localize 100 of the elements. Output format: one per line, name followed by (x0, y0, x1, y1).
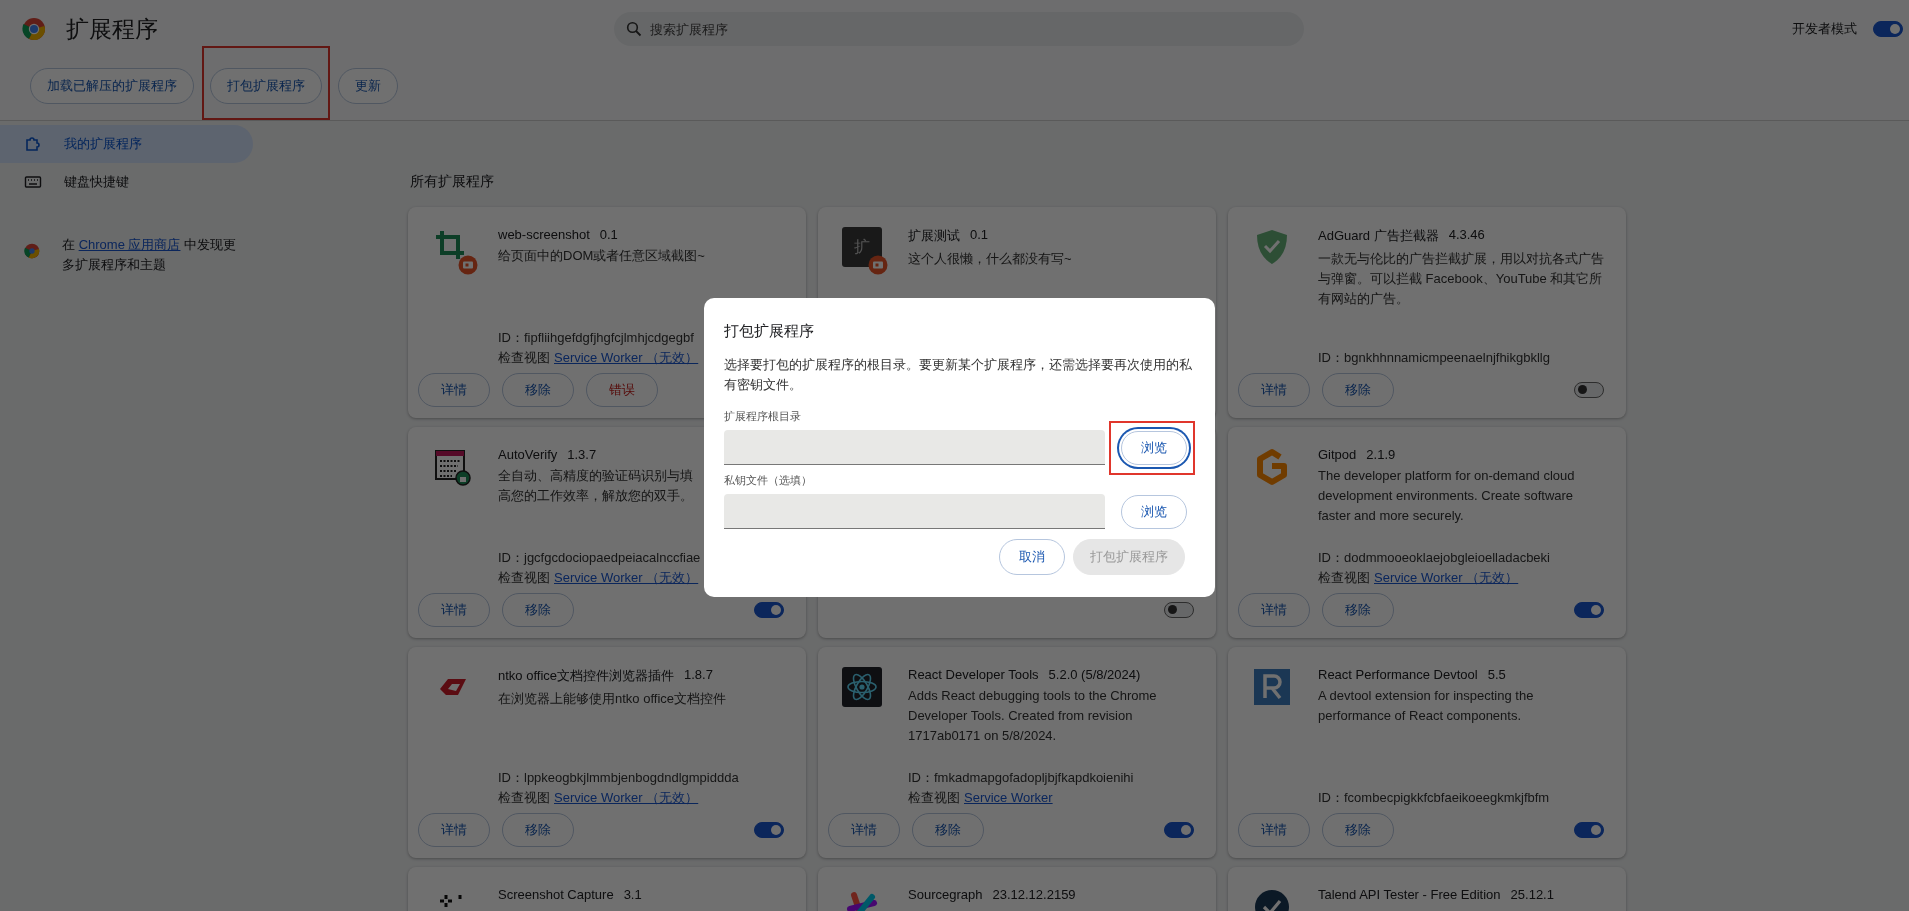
toolbar-button[interactable]: 加载已解压的扩展程序 (30, 68, 194, 104)
extension-name: AdGuard 广告拦截器 (1318, 227, 1439, 245)
input-field[interactable] (724, 430, 1105, 465)
extension-description: The developer platform for on-demand cloud (1318, 467, 1575, 485)
service-worker-link[interactable]: Service Worker (964, 788, 1053, 808)
service-worker-link[interactable]: Service Worker （无效） (554, 788, 699, 808)
extension-version: 1.8.7 (684, 667, 713, 684)
card-button[interactable]: 详情 (828, 813, 900, 847)
extension-description: Adds React debugging tools to the Chrome (908, 687, 1157, 705)
extension-id: ID：fmkadmapgofadopljbjfkapdkoienihi (908, 769, 1134, 787)
card-button[interactable]: 移除 (1322, 813, 1394, 847)
extension-name: Talend API Tester - Free Edition (1318, 887, 1501, 902)
inspect-views-label: 检查视图 (498, 349, 550, 367)
dialog-button[interactable]: 取消 (999, 539, 1065, 575)
card-button[interactable]: 移除 (502, 373, 574, 407)
extension-id: ID：lppkeogbkjlmmbjenbogdndlgmpiddda (498, 769, 739, 787)
unpacked-badge-icon (458, 255, 478, 275)
toolbar-button[interactable]: 打包扩展程序 (210, 68, 322, 104)
card-button[interactable]: 详情 (418, 813, 490, 847)
extension-description: Developer Tools. Created from revision (908, 707, 1133, 725)
card-button[interactable]: 移除 (1322, 593, 1394, 627)
extension-description: 给页面中的DOM或者任意区域截图~ (498, 247, 705, 265)
extension-description: 有网站的广告。 (1318, 290, 1409, 308)
toggle-switch[interactable] (1574, 382, 1604, 398)
extension-version: 5.2.0 (5/8/2024) (1048, 667, 1141, 682)
extension-description: development environments. Create software (1318, 487, 1574, 505)
unpacked-badge-icon (868, 255, 888, 275)
card-button[interactable]: 详情 (1238, 593, 1310, 627)
inspect-views-label: 检查视图 (498, 569, 550, 587)
input-field[interactable] (724, 494, 1105, 529)
extension-version: 25.12.1 (1510, 887, 1554, 902)
extension-id: ID：fcombecpigkkfcbfaeikoeegkmkjfbfm (1318, 789, 1550, 807)
extension-version: 0.1 (599, 227, 618, 242)
field-label: 私钥文件（选填） (724, 473, 813, 488)
card-button[interactable]: 详情 (418, 373, 490, 407)
developer-mode-label: 开发者模式 (1792, 20, 1857, 38)
extension-description: 与弹窗。可以拦截 Facebook、YouTube 和其它所 (1318, 270, 1603, 288)
browser-logo-icon (24, 243, 40, 259)
extension-version: 1.3.7 (567, 447, 597, 462)
card-button[interactable]: 详情 (1238, 813, 1310, 847)
extension-name: web-screenshot (498, 227, 590, 242)
page-title: 扩展程序 (66, 14, 159, 44)
inspect-views-label: 检查视图 (1318, 569, 1370, 587)
service-worker-link[interactable]: Service Worker （无效） (1374, 568, 1519, 588)
dialog-description: 选择要打包的扩展程序的根目录。要更新某个扩展程序，还需选择要再次使用的私有密钥文件。 (724, 356, 1193, 394)
extension-name: Sourcegraph (908, 887, 983, 902)
toggle-switch[interactable] (754, 602, 784, 618)
atom-icon (842, 667, 882, 707)
extension-name: 扩展测试 (908, 227, 960, 245)
sidebar-item[interactable]: 键盘快捷键 (0, 163, 253, 201)
section-title: 所有扩展程序 (410, 173, 495, 191)
inspect-views-label: 检查视图 (498, 789, 550, 807)
extension-description: faster and more securely. (1318, 507, 1464, 525)
extension-version: 0.1 (970, 227, 989, 244)
extension-version: 2.1.9 (1366, 447, 1396, 462)
extension-version: 23.12.12.2159 (992, 887, 1076, 902)
extension-description: 这个人很懒，什么都没有写~ (908, 250, 1072, 268)
extension-description: A devtool extension for inspecting the (1318, 687, 1534, 705)
browse-button[interactable]: 浏览 (1121, 494, 1187, 529)
extension-name: React Performance Devtool (1318, 667, 1478, 682)
extension-id: ID：dodmmooeoklaejobgleioelladacbeki (1318, 549, 1550, 567)
toggle-switch[interactable] (1873, 21, 1903, 37)
store-promo-text: 在 Chrome 应用商店 中发现更多扩展程序和主题 (62, 236, 238, 274)
keyboard-icon (24, 173, 42, 191)
card-button[interactable]: 移除 (1322, 373, 1394, 407)
toggle-switch[interactable] (754, 822, 784, 838)
extension-description: 全自动、高精度的验证码识别与填 (498, 467, 693, 485)
service-worker-link[interactable]: Service Worker （无效） (554, 568, 699, 588)
extension-name: Screenshot Capture (498, 887, 614, 902)
extension-version: 3.1 (623, 887, 642, 902)
toggle-switch[interactable] (1574, 602, 1604, 618)
dialog-title: 打包扩展程序 (724, 322, 815, 341)
toggle-switch[interactable] (1164, 822, 1194, 838)
extension-name: React Developer Tools (908, 667, 1039, 682)
extension-id: ID：fipfliihgefdgfjhgfcjlmhjcdgegbf (498, 329, 694, 347)
toolbar-button[interactable]: 更新 (338, 68, 398, 104)
extension-version: 5.5 (1487, 667, 1506, 682)
store-link[interactable]: Chrome 应用商店 (78, 237, 181, 252)
extension-id: ID：jgcfgcdociopaedpeiacalnccfiae (498, 549, 701, 567)
errors-button[interactable]: 错误 (586, 373, 658, 407)
inspect-views-label: 检查视图 (908, 789, 960, 807)
extension-name: ntko office文档控件浏览器插件 (498, 667, 675, 685)
search-field[interactable]: 搜索扩展程序 (614, 12, 1304, 46)
card-button[interactable]: 移除 (912, 813, 984, 847)
extension-description: performance of React components. (1318, 707, 1522, 725)
card-button[interactable]: 移除 (502, 593, 574, 627)
card-button[interactable]: 详情 (1238, 373, 1310, 407)
card-button[interactable]: 详情 (418, 593, 490, 627)
sidebar-item[interactable]: 我的扩展程序 (0, 125, 253, 163)
extension-description: 在浏览器上能够使用ntko office文档控件 (498, 690, 727, 708)
extension-name: Gitpod (1318, 447, 1357, 462)
extension-description: 高您的工作效率，解放您的双手。 (498, 487, 693, 505)
extension-description: 1717ab0171 on 5/8/2024. (908, 727, 1057, 745)
extension-version: 4.3.46 (1448, 227, 1485, 244)
service-worker-link[interactable]: Service Worker （无效） (554, 348, 699, 368)
binary-lock-icon (432, 447, 472, 487)
toggle-switch[interactable] (1164, 602, 1194, 618)
card-button[interactable]: 移除 (502, 813, 574, 847)
letter-r-icon (1252, 667, 1292, 707)
toggle-switch[interactable] (1574, 822, 1604, 838)
